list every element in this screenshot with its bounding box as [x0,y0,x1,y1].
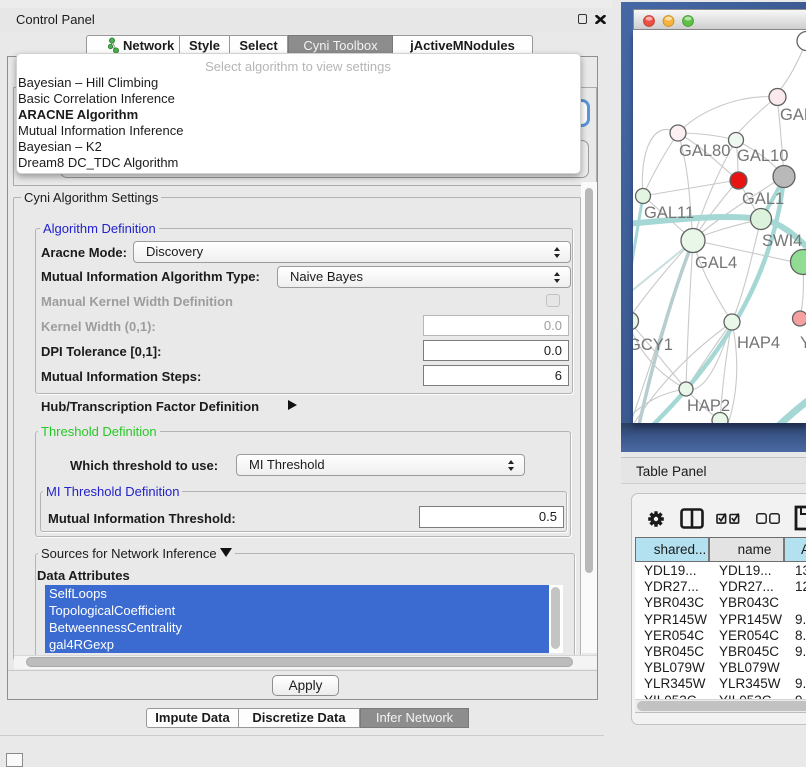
svg-text:Y: Y [800,334,806,352]
svg-text:SWI4: SWI4 [762,232,802,250]
svg-text:GAL1: GAL1 [742,190,784,208]
svg-text:GAL4: GAL4 [695,254,737,272]
svg-text:GAL80: GAL80 [679,142,730,160]
svg-text:GAL: GAL [780,106,806,124]
svg-text:GAL10: GAL10 [737,147,788,165]
svg-text:HAP4: HAP4 [737,334,780,352]
svg-text:HAP2: HAP2 [687,397,730,415]
svg-text:GCY1: GCY1 [633,336,673,354]
svg-text:GAL11: GAL11 [644,204,694,222]
